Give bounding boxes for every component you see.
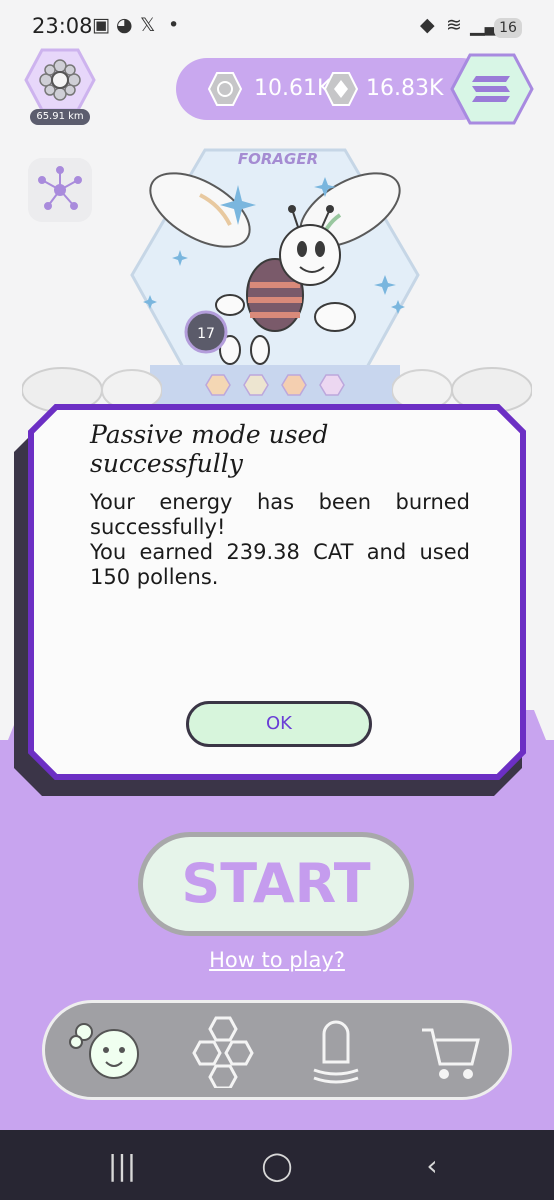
discord-icon: ◕ <box>116 14 133 36</box>
back-button[interactable]: ‹ <box>412 1146 452 1186</box>
dialog-title: Passive mode used successfully <box>90 420 329 478</box>
cat-coin-icon <box>208 72 242 106</box>
hive-icon[interactable] <box>186 1012 266 1088</box>
start-button[interactable]: START <box>138 832 414 936</box>
vpn-gem-icon: ◆ <box>420 14 435 36</box>
pollen-balance: 16.83K <box>366 76 444 101</box>
character-card[interactable] <box>130 145 420 410</box>
clock: 23:08 <box>32 14 93 38</box>
capsule-icon[interactable] <box>296 1012 376 1088</box>
wifi-icon: ≋ <box>446 14 462 36</box>
network-icon[interactable] <box>28 158 92 222</box>
x-icon: 𝕏 <box>140 14 156 36</box>
solana-wallet-icon[interactable] <box>450 52 534 126</box>
card-title: FORAGER <box>237 150 319 168</box>
screenshot-icon: ▣ <box>92 14 110 36</box>
cart-icon[interactable] <box>410 1012 490 1088</box>
dialog-body-line2: You earned 239.38 CAT and used 150 polle… <box>90 540 470 589</box>
home-button[interactable]: ◯ <box>257 1146 297 1186</box>
level-number: 17 <box>197 326 215 342</box>
cat-balance: 10.61K <box>254 76 332 101</box>
level-badge: 17 <box>184 310 228 354</box>
distance-badge: 65.91 km <box>30 109 90 125</box>
dot-icon: • <box>168 14 180 36</box>
dialog-body: Your energy has been burned successfully… <box>90 490 470 590</box>
avatar[interactable] <box>24 48 96 112</box>
pollen-coin-icon <box>324 72 358 106</box>
ok-button[interactable]: OK <box>186 701 372 747</box>
how-to-play-link[interactable]: How to play? <box>200 948 354 972</box>
battery-level: 16 <box>494 18 522 38</box>
bee-home-icon[interactable] <box>66 1012 146 1088</box>
recents-button[interactable]: ||| <box>102 1146 142 1186</box>
dialog-body-line1: Your energy has been burned successfully… <box>90 490 470 539</box>
